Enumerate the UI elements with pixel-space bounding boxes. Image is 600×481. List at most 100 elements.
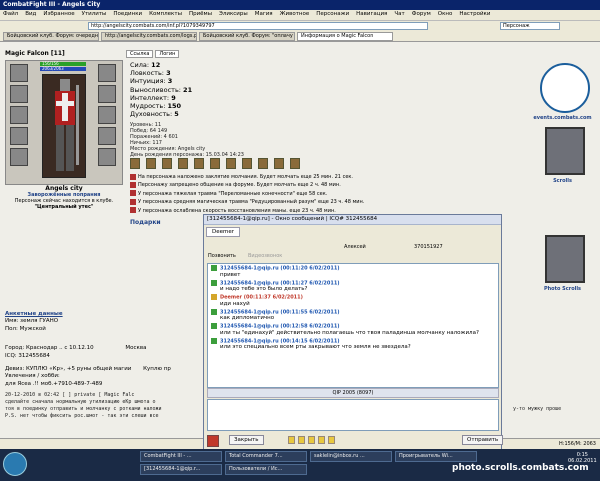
- qip-tabs: Deemer: [204, 225, 501, 239]
- menu-item[interactable]: Поединки: [113, 11, 142, 19]
- scrolls-banner-icon[interactable]: [545, 127, 585, 175]
- quote-icon[interactable]: [308, 436, 315, 444]
- item-slot[interactable]: [98, 148, 116, 166]
- status-icon[interactable]: [178, 158, 188, 169]
- events-logo-icon[interactable]: [540, 63, 590, 113]
- taskbar-task[interactable]: saklelin@inbox.ru ...: [310, 451, 392, 462]
- menu-item[interactable]: Настройки: [459, 11, 490, 19]
- search-input[interactable]: Персонаж: [500, 22, 560, 30]
- item-slot[interactable]: [10, 148, 28, 166]
- menu-item[interactable]: Окно: [438, 11, 453, 19]
- menu-item[interactable]: Эликсиры: [219, 11, 248, 19]
- translit-icon[interactable]: [298, 436, 305, 444]
- address-input[interactable]: http://angelscity.combats.com/inf.pl?107…: [88, 22, 428, 30]
- menu-item[interactable]: Комплекты: [149, 11, 182, 19]
- item-slot[interactable]: [10, 64, 28, 82]
- taskbar-task[interactable]: [312455684-1@qip.r...: [140, 464, 222, 475]
- menu-item[interactable]: Вид: [25, 11, 36, 19]
- history-icon[interactable]: [328, 436, 335, 444]
- mp-text: 2063/2063: [42, 66, 64, 71]
- diary-block: 20-12-2010 в 02:42 [ ] private [ Magic F…: [5, 392, 162, 420]
- status-icon[interactable]: [258, 158, 268, 169]
- browser-tab[interactable]: Бойцовский клуб. Форум: "оплачу м...: [199, 32, 295, 41]
- item-slot[interactable]: [98, 106, 116, 124]
- message-log[interactable]: 312455684-1@qip.ru (00:11:20 6/02/2011) …: [207, 263, 499, 388]
- stat-wisdom: Мудрость: 150: [130, 102, 182, 111]
- item-slot[interactable]: [10, 106, 28, 124]
- taskbar-task[interactable]: CombatFight III - ...: [140, 451, 222, 462]
- status-icon[interactable]: [210, 158, 220, 169]
- login-button[interactable]: Логин: [155, 50, 180, 58]
- menu-item[interactable]: Утилиты: [82, 11, 107, 19]
- photo-scrolls-link[interactable]: Photo Scrolls: [525, 286, 600, 292]
- video-call-button[interactable]: Видеозвонок: [248, 253, 282, 259]
- diary-line: P.S. нет чтобы фиксить рос.шмот - так эт…: [5, 413, 159, 419]
- status-icon[interactable]: [290, 158, 300, 169]
- effect-icon: [130, 190, 136, 197]
- profile-sex: Пол: Мужской: [5, 325, 46, 332]
- browser-tab[interactable]: Бойцовский клуб. Форум: очередно...: [3, 32, 99, 41]
- window-title: CombatFight III - Angels City: [0, 0, 600, 10]
- message-input[interactable]: [207, 399, 499, 431]
- profile-motto2: Куплю пр: [143, 366, 171, 373]
- diary-line: сделайте сначала нормальную утилизацию е…: [5, 399, 156, 405]
- send-button[interactable]: Отправить: [462, 435, 504, 445]
- profile-city-row: Город: Краснодар .. с 10.12.10 Москва: [5, 345, 147, 352]
- item-slot[interactable]: [98, 64, 116, 82]
- menu-item[interactable]: Чат: [394, 11, 404, 19]
- qip-contact-tab[interactable]: Deemer: [206, 227, 241, 237]
- menu-item[interactable]: Файл: [3, 11, 18, 19]
- effects-list: На персонажа наложено заклятие молчания.…: [130, 173, 364, 215]
- menu-item[interactable]: Форум: [412, 11, 431, 19]
- status-icon[interactable]: [226, 158, 236, 169]
- status-icon[interactable]: [146, 158, 156, 169]
- browser-tab[interactable]: http://angelscity.combats.com/logs.pl...: [101, 32, 197, 41]
- call-button[interactable]: Позвонить: [208, 253, 236, 259]
- scrolls-link[interactable]: Scrolls: [525, 178, 600, 184]
- status-icon[interactable]: [162, 158, 172, 169]
- user-icon: [211, 323, 217, 329]
- status-icon[interactable]: [130, 158, 140, 169]
- message-text: привет: [220, 271, 241, 278]
- links-button[interactable]: Ссылка: [126, 50, 154, 58]
- status-icon[interactable]: [242, 158, 252, 169]
- menu-item[interactable]: Животное: [280, 11, 310, 19]
- taskbar-task[interactable]: Пользователи / Ис...: [225, 464, 307, 475]
- stat-spirit: Духовность: 5: [130, 110, 179, 119]
- menu-item[interactable]: Персонажи: [316, 11, 349, 19]
- item-slot[interactable]: [98, 85, 116, 103]
- status-icon[interactable]: [274, 158, 284, 169]
- taskbar-task[interactable]: Проигрыватель Wi...: [395, 451, 477, 462]
- diary-line: 20-12-2010 в 02:42 [ ] private [ Magic F…: [5, 392, 135, 398]
- item-slot[interactable]: [98, 127, 116, 145]
- contact-uin: 370151927: [414, 244, 443, 250]
- smiley-icon[interactable]: [288, 436, 295, 444]
- stat-agility: Ловкость: 3: [130, 69, 171, 78]
- gifts-link[interactable]: Подарки: [130, 219, 161, 226]
- user-icon: [211, 265, 217, 271]
- taskbar-task[interactable]: Total Commander 7...: [225, 451, 307, 462]
- profile-motto-row: Девиз: КУПЛЮ «Кр», +5 руны общей магии К…: [5, 366, 171, 373]
- menu-item[interactable]: Приёмы: [189, 11, 212, 19]
- events-link[interactable]: events.combats.com: [525, 115, 600, 121]
- menu-item[interactable]: Навигация: [356, 11, 387, 19]
- effect-line: На персонажа наложено заклятие молчания.…: [130, 173, 364, 181]
- menu-item[interactable]: Избранное: [43, 11, 74, 19]
- user-icon: [211, 294, 217, 300]
- menu-item[interactable]: Магия: [255, 11, 273, 19]
- character-buttons: Ссылка Логин: [126, 50, 180, 58]
- effect-icon: [130, 173, 136, 180]
- diary-overflow: у-то мужку проше: [513, 406, 562, 412]
- item-slot[interactable]: [10, 85, 28, 103]
- status-icon[interactable]: [194, 158, 204, 169]
- effect-line: Персонажу запрещено общение на форуме. Б…: [130, 181, 364, 189]
- photo-banner-icon[interactable]: [545, 235, 585, 283]
- browser-tab-active[interactable]: Информация о Magic Falcon: [297, 32, 393, 41]
- start-button[interactable]: [3, 452, 27, 476]
- file-icon[interactable]: [318, 436, 325, 444]
- message-text: иди нахуй: [220, 300, 250, 307]
- profile-hobby: для Ясеа .!! моб.+7910-489-7-489: [5, 380, 103, 387]
- item-slot[interactable]: [10, 127, 28, 145]
- close-button[interactable]: Закрыть: [229, 435, 264, 445]
- message: 312455684-1@qip.ru (00:12:58 6/02/2011) …: [208, 322, 498, 337]
